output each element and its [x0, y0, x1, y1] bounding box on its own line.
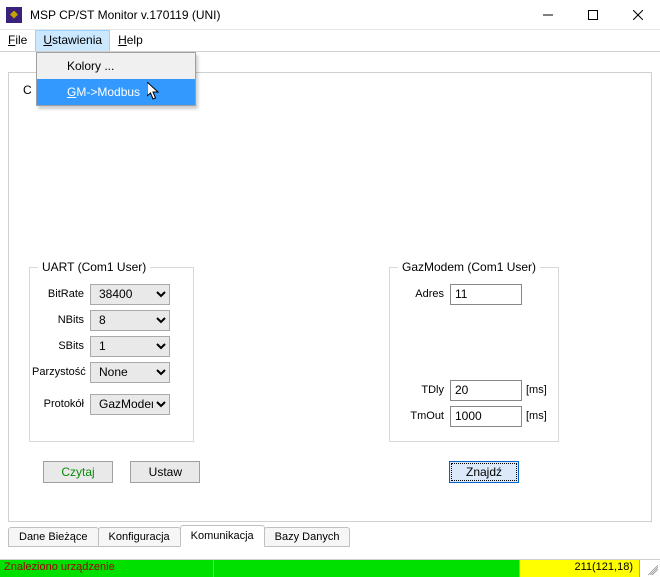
nbits-label: NBits [32, 314, 90, 326]
tab-panel: C UART (Com1 User) BitRate 38400 NBits 8… [8, 72, 652, 522]
bitrate-label: BitRate [32, 288, 90, 300]
protocol-select[interactable]: GazModem [90, 394, 170, 415]
maximize-button[interactable] [570, 0, 615, 30]
tab-bazy-danych[interactable]: Bazy Danych [264, 527, 351, 547]
parity-label: Parzystość [32, 366, 90, 378]
adres-label: Adres [392, 288, 450, 300]
tab-konfiguracja[interactable]: Konfiguracja [98, 527, 181, 547]
czytaj-button[interactable]: Czytaj [43, 461, 113, 483]
parity-select[interactable]: None [90, 362, 170, 383]
partial-label: C [23, 83, 32, 97]
menu-item-kolory[interactable]: Kolory ... [37, 53, 195, 79]
menu-item-gm-modbus[interactable]: GM->Modbus [37, 79, 195, 105]
tdly-label: TDly [392, 384, 450, 396]
tab-komunikacja[interactable]: Komunikacja [180, 525, 265, 547]
gazmodem-group: GazModem (Com1 User) Adres TDly [ms] TmO… [389, 267, 559, 442]
menu-settings[interactable]: Ustawienia [35, 30, 110, 51]
bitrate-select[interactable]: 38400 [90, 284, 170, 305]
menu-file[interactable]: File [0, 30, 35, 51]
settings-dropdown: Kolory ... GM->Modbus [36, 52, 196, 106]
uart-legend: UART (Com1 User) [38, 260, 150, 274]
tmout-unit: [ms] [522, 410, 547, 422]
tab-dane-biezace[interactable]: Dane Bieżące [8, 527, 99, 547]
menubar: File Ustawienia Help [0, 30, 660, 52]
protocol-label: Protokół [32, 398, 90, 410]
window-title: MSP CP/ST Monitor v.170119 (UNI) [30, 8, 525, 22]
nbits-select[interactable]: 8 [90, 310, 170, 331]
resize-grip-icon[interactable] [640, 560, 660, 577]
gazmodem-legend: GazModem (Com1 User) [398, 260, 540, 274]
bottom-tabs: Dane Bieżące Konfiguracja Komunikacja Ba… [8, 525, 349, 547]
app-icon [6, 7, 22, 23]
statusbar: Znaleziono urządzenie 211(121,18) [0, 559, 660, 577]
menu-help[interactable]: Help [110, 30, 151, 51]
titlebar: MSP CP/ST Monitor v.170119 (UNI) [0, 0, 660, 30]
uart-group: UART (Com1 User) BitRate 38400 NBits 8 S… [29, 267, 194, 442]
adres-input[interactable] [450, 284, 522, 305]
tmout-input[interactable] [450, 406, 522, 427]
status-mid [214, 560, 520, 577]
tdly-input[interactable] [450, 380, 522, 401]
znajdz-button[interactable]: Znajdź [449, 461, 519, 483]
close-button[interactable] [615, 0, 660, 30]
sbits-select[interactable]: 1 [90, 336, 170, 357]
sbits-label: SBits [32, 340, 90, 352]
tdly-unit: [ms] [522, 384, 547, 396]
ustaw-button[interactable]: Ustaw [130, 461, 200, 483]
status-coords: 211(121,18) [520, 560, 640, 577]
minimize-button[interactable] [525, 0, 570, 30]
tmout-label: TmOut [392, 410, 450, 422]
status-found: Znaleziono urządzenie [0, 560, 214, 577]
content-area: C UART (Com1 User) BitRate 38400 NBits 8… [0, 52, 660, 577]
